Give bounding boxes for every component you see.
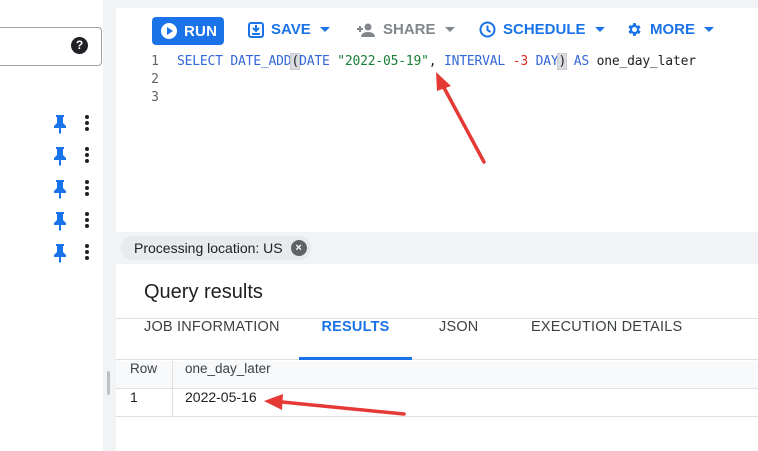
gear-icon xyxy=(628,23,641,36)
list-item[interactable] xyxy=(0,205,103,237)
keyword-interval: INTERVAL xyxy=(444,54,506,69)
processing-location-label: Processing location: US xyxy=(134,240,283,256)
date-literal: "2022-05-19" xyxy=(337,54,429,69)
pin-icon[interactable] xyxy=(53,211,67,231)
more-label: MORE xyxy=(650,21,695,38)
list-item[interactable] xyxy=(0,108,103,140)
chevron-down-icon xyxy=(444,27,455,32)
pin-icon[interactable] xyxy=(53,114,67,134)
close-icon[interactable]: × xyxy=(290,240,307,256)
share-button[interactable]: SHARE xyxy=(356,21,455,38)
more-vert-icon[interactable] xyxy=(84,180,90,198)
function-name: DATE_ADD xyxy=(230,54,292,69)
editor-toolbar: RUN SAVE SHARE SCHEDULE MORE xyxy=(116,8,758,52)
query-editor-area: RUN SAVE SHARE SCHEDULE MORE 1 2 3 SELEC… xyxy=(116,0,758,451)
save-label: SAVE xyxy=(271,21,311,38)
line-number: 1 xyxy=(151,54,159,69)
chevron-down-icon xyxy=(319,27,330,32)
more-vert-icon[interactable] xyxy=(84,212,90,230)
column-header-one-day-later[interactable]: one_day_later xyxy=(185,361,271,389)
person-add-icon xyxy=(357,23,375,37)
results-table-header: Row one_day_later xyxy=(116,361,758,389)
keyword-date: DATE xyxy=(299,54,330,69)
comma: , xyxy=(428,54,437,69)
result-value-cell[interactable]: 2022-05-16 xyxy=(185,389,257,417)
save-button[interactable]: SAVE xyxy=(248,21,330,38)
more-vert-icon[interactable] xyxy=(84,115,90,133)
schedule-button[interactable]: SCHEDULE xyxy=(479,21,605,38)
more-button[interactable]: MORE xyxy=(626,21,714,38)
results-title: Query results xyxy=(144,281,263,303)
list-item[interactable] xyxy=(0,140,103,172)
row-number-cell: 1 xyxy=(130,389,138,405)
line-number: 2 xyxy=(151,72,159,87)
pin-icon[interactable] xyxy=(53,146,67,166)
results-tabs: JOB INFORMATION RESULTS JSON EXECUTION D… xyxy=(116,318,758,360)
pin-icon[interactable] xyxy=(53,179,67,199)
tab-results[interactable]: RESULTS xyxy=(299,319,412,360)
processing-location-chip[interactable]: Processing location: US × xyxy=(121,236,311,260)
more-vert-icon[interactable] xyxy=(84,147,90,165)
clock-icon xyxy=(479,21,496,38)
keyword-select: SELECT xyxy=(177,54,223,69)
tab-json[interactable]: JSON xyxy=(439,319,478,360)
top-strip xyxy=(116,0,758,8)
tab-job-information[interactable]: JOB INFORMATION xyxy=(144,319,280,360)
keyword-as: AS xyxy=(573,54,590,69)
list-item[interactable] xyxy=(0,173,103,205)
schedule-label: SCHEDULE xyxy=(503,21,586,38)
list-item[interactable] xyxy=(0,237,103,269)
line-number: 3 xyxy=(151,90,159,105)
run-label: RUN xyxy=(184,22,218,40)
column-header-row: Row xyxy=(130,361,158,376)
run-button[interactable]: RUN xyxy=(152,17,224,45)
column-alias: one_day_later xyxy=(596,54,696,69)
save-icon xyxy=(248,21,264,38)
interval-value: -3 xyxy=(512,54,528,69)
table-row: 1 2022-05-16 xyxy=(116,389,758,417)
processing-bar: Processing location: US × xyxy=(116,232,758,264)
sql-editor[interactable]: 1 2 3 SELECT DATE_ADD(DATE "2022-05-19",… xyxy=(116,52,758,232)
line-gutter: 1 2 3 xyxy=(116,52,174,232)
open-paren: ( xyxy=(290,53,301,70)
chevron-down-icon xyxy=(594,27,605,32)
help-icon[interactable]: ? xyxy=(71,37,88,54)
code-line[interactable]: SELECT DATE_ADD(DATE "2022-05-19", INTER… xyxy=(177,53,696,70)
more-vert-icon[interactable] xyxy=(84,244,90,262)
play-icon xyxy=(161,23,177,39)
tab-execution-details[interactable]: EXECUTION DETAILS xyxy=(531,319,682,360)
close-paren: ) xyxy=(557,53,568,70)
resize-handle[interactable] xyxy=(107,371,110,395)
explorer-panel: ? xyxy=(0,0,103,451)
share-label: SHARE xyxy=(383,21,436,38)
pin-icon[interactable] xyxy=(53,243,67,263)
chevron-down-icon xyxy=(704,27,714,32)
keyword-day: DAY xyxy=(535,54,559,69)
